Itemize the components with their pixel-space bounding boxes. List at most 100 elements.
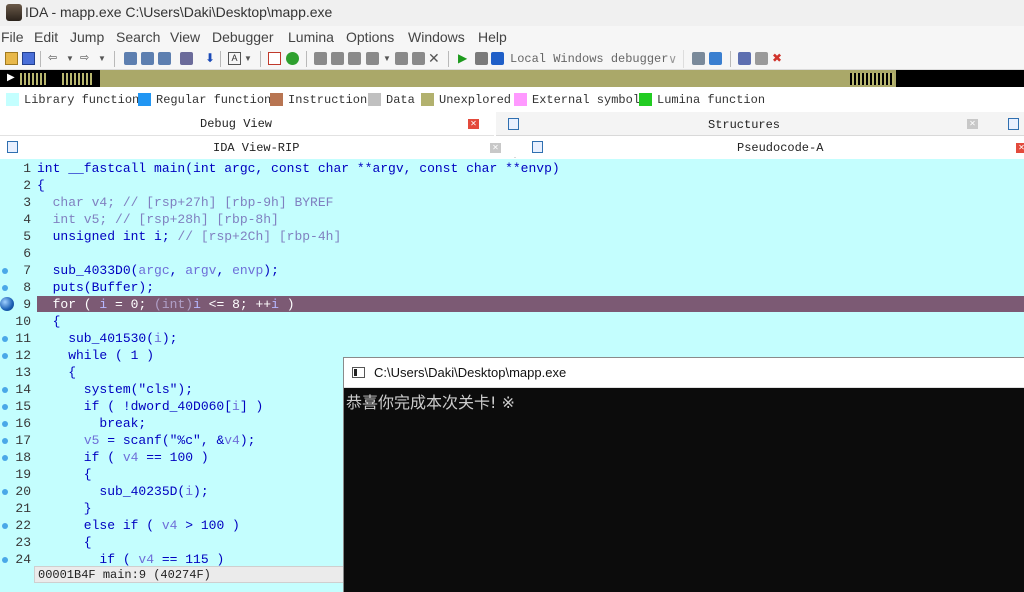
navigation-band-unexplored <box>100 70 896 87</box>
close-icon[interactable]: ✕ <box>490 143 501 153</box>
code-line[interactable]: puts(Buffer); <box>37 279 154 296</box>
legend-item: Regular function <box>138 93 271 107</box>
legend-label: External symbol <box>532 93 641 107</box>
hex-view-icon[interactable] <box>314 52 327 65</box>
code-line[interactable]: { <box>37 534 92 551</box>
back-dropdown-icon[interactable]: ▼ <box>66 52 79 65</box>
down-arrow-icon[interactable]: ⬇ <box>205 52 218 65</box>
menu-lumina[interactable]: Lumina <box>288 29 334 45</box>
menu-file[interactable]: File <box>1 29 24 45</box>
step-into-icon[interactable] <box>692 52 705 65</box>
navigation-cursor-icon: ▶ <box>7 72 15 83</box>
struct-icon[interactable] <box>331 52 344 65</box>
menu-windows[interactable]: Windows <box>408 29 465 45</box>
code-line[interactable]: int v5; // [rsp+28h] [rbp-8h] <box>37 211 279 228</box>
menu-help[interactable]: Help <box>478 29 507 45</box>
code-line[interactable]: char v4; // [rsp+27h] [rbp-9h] BYREF <box>37 194 334 211</box>
search-immediate-icon[interactable] <box>180 52 193 65</box>
menu-search[interactable]: Search <box>116 29 160 45</box>
legend-swatch <box>639 93 652 106</box>
code-line[interactable]: else if ( v4 > 100 ) <box>37 517 240 534</box>
code-line[interactable]: sub_4033D0(argc, argv, envp); <box>37 262 279 279</box>
line-number: 10 <box>15 314 31 329</box>
breakpoint-dot-icon <box>2 268 8 274</box>
legend-label: Lumina function <box>657 93 766 107</box>
binary-search-icon[interactable] <box>124 52 137 65</box>
menu-options[interactable]: Options <box>346 29 394 45</box>
close-icon[interactable]: ✕ <box>428 51 441 65</box>
stop-icon[interactable] <box>491 52 504 65</box>
code-line[interactable]: sub_401530(i); <box>37 330 177 347</box>
line-number: 13 <box>15 365 31 380</box>
console-title: C:\Users\Daki\Desktop\mapp.exe <box>374 365 567 380</box>
pause-icon[interactable] <box>475 52 488 65</box>
breakpoint-dot-icon <box>2 438 8 444</box>
text-search-icon[interactable] <box>141 52 154 65</box>
code-line[interactable]: { <box>37 466 92 483</box>
open-folder-icon[interactable] <box>5 52 18 65</box>
code-line[interactable]: int __fastcall main(int argc, const char… <box>37 160 560 177</box>
delete-breakpoint-icon[interactable]: ✖ <box>772 52 785 65</box>
pseudocode-icon <box>532 141 543 153</box>
back-arrow-icon[interactable]: ⇦ <box>48 52 61 65</box>
view-tab-row: IDA View-RIP ✕ Pseudocode-A ✕ <box>0 137 1024 158</box>
line-number: 1 <box>23 161 31 176</box>
step-over-icon[interactable] <box>709 52 722 65</box>
menu-debugger[interactable]: Debugger <box>212 29 274 45</box>
line-number: 11 <box>0 330 34 347</box>
debugger-select[interactable]: Local Windows debugger ∨ <box>506 50 684 68</box>
console-title-bar[interactable]: C:\Users\Daki\Desktop\mapp.exe <box>344 358 1024 388</box>
search-next-icon[interactable] <box>158 52 171 65</box>
close-icon[interactable]: ✕ <box>967 119 978 129</box>
code-line[interactable]: { <box>37 364 76 381</box>
code-line[interactable]: { <box>37 313 61 330</box>
save-icon[interactable] <box>22 52 35 65</box>
code-line[interactable]: { <box>37 177 45 194</box>
graph-view-icon[interactable] <box>268 52 281 65</box>
console-output: 恭喜你完成本次关卡! ※ <box>346 393 515 412</box>
code-line[interactable]: v5 = scanf("%c", &v4); <box>37 432 256 449</box>
current-breakpoint-icon <box>0 297 14 311</box>
code-line[interactable]: system("cls"); <box>37 381 193 398</box>
legend-item: Unexplored <box>421 93 511 107</box>
segment-dropdown-icon[interactable]: ▼ <box>244 52 257 65</box>
legend-swatch <box>6 93 19 106</box>
close-icon[interactable]: ✕ <box>468 119 479 129</box>
title-bar: IDA - mapp.exe C:\Users\Daki\Desktop\map… <box>0 0 1024 26</box>
menu-jump[interactable]: Jump <box>70 29 104 45</box>
forward-arrow-icon[interactable]: ⇨ <box>80 52 93 65</box>
code-line[interactable]: while ( 1 ) <box>37 347 154 364</box>
line-number: 3 <box>23 195 31 210</box>
run-play-icon[interactable]: ▶ <box>458 52 471 65</box>
view-icon[interactable] <box>1008 118 1019 130</box>
code-line[interactable]: if ( !dword_40D060[i] ) <box>37 398 263 415</box>
legend-item: Library function <box>6 93 139 107</box>
code-line[interactable]: if ( v4 == 100 ) <box>37 449 209 466</box>
ida-app-icon <box>6 4 22 21</box>
segment-a-icon[interactable]: A <box>228 52 241 65</box>
breakpoints-icon[interactable] <box>738 52 751 65</box>
forward-dropdown-icon[interactable]: ▼ <box>98 52 111 65</box>
trace-icon[interactable] <box>755 52 768 65</box>
menu-edit[interactable]: Edit <box>34 29 58 45</box>
code-line-current[interactable]: for ( i = 0; (int)i <= 8; ++i ) <box>37 296 295 313</box>
xrefs-icon[interactable] <box>366 52 379 65</box>
menu-view[interactable]: View <box>170 29 200 45</box>
green-ball-icon[interactable] <box>286 52 299 65</box>
tab-pseudocode-a[interactable]: Pseudocode-A ✕ <box>516 137 1024 158</box>
patch-icon[interactable] <box>395 52 408 65</box>
code-line[interactable]: break; <box>37 415 146 432</box>
code-line[interactable]: unsigned int i; // [rsp+2Ch] [rbp-4h] <box>37 228 342 245</box>
enum-icon[interactable] <box>348 52 361 65</box>
dock-tab-row: Debug View ✕ Structures ✕ <box>0 112 1024 136</box>
code-line[interactable]: sub_40235D(i); <box>37 483 208 500</box>
code-line[interactable]: } <box>37 500 92 517</box>
tab-structures[interactable]: Structures ✕ <box>496 112 1024 136</box>
tab-debug-view[interactable]: Debug View ✕ <box>0 112 494 136</box>
chart-icon[interactable] <box>412 52 425 65</box>
tab-ida-view-rip[interactable]: IDA View-RIP ✕ <box>0 137 514 158</box>
line-number: 2 <box>23 178 31 193</box>
close-icon[interactable]: ✕ <box>1016 143 1024 153</box>
navigation-band[interactable]: ▶ <box>0 70 1024 87</box>
console-window[interactable]: C:\Users\Daki\Desktop\mapp.exe 恭喜你完成本次关卡… <box>343 357 1024 592</box>
